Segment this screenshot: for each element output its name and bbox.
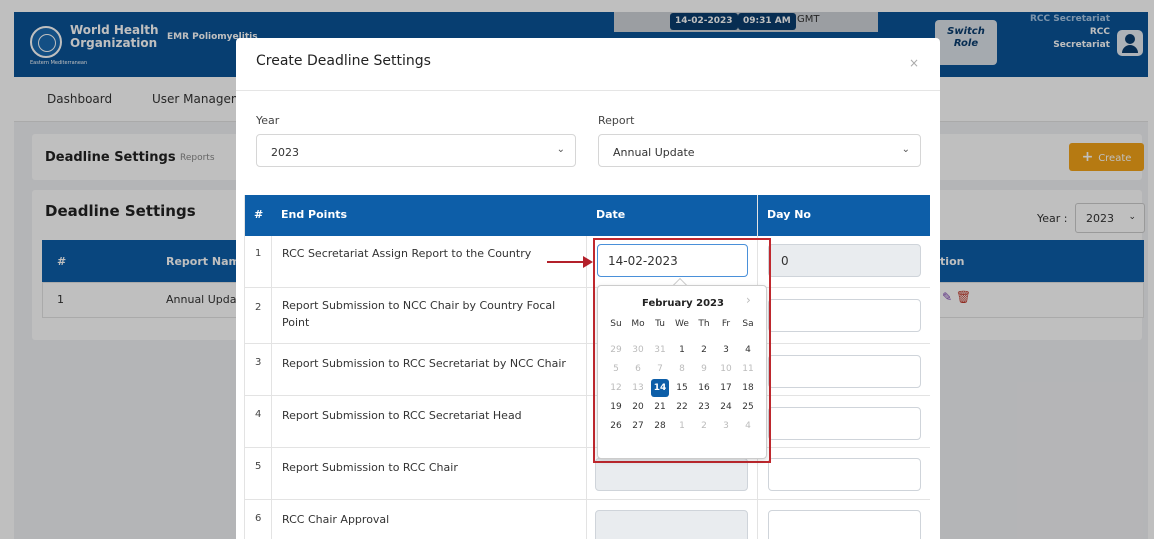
report-select[interactable]: Annual Update ⌄ (598, 134, 921, 167)
calendar-day[interactable]: 3 (715, 341, 737, 359)
calendar-day: 6 (635, 364, 641, 374)
calendar-day[interactable]: 2 (693, 341, 715, 359)
table-row: 3 Report Submission to RCC Secretariat b… (244, 344, 930, 396)
calendar-day: 30 (632, 345, 644, 355)
calendar-day[interactable]: 4 (737, 341, 759, 359)
calendar-day: 31 (654, 345, 666, 355)
modal-divider (236, 90, 940, 91)
create-deadline-modal: Create Deadline Settings × Year 2023 ⌄ Re… (236, 38, 940, 539)
chevron-down-icon: ⌄ (556, 144, 565, 155)
calendar-day[interactable]: 27 (627, 417, 649, 435)
row-endpoint: RCC Secretariat Assign Report to the Cou… (282, 247, 532, 260)
next-month-icon[interactable]: › (746, 293, 751, 307)
row-endpoint: Report Submission to RCC Secretariat by … (282, 357, 566, 370)
weekday-label: Th (698, 319, 710, 329)
date-input-active[interactable]: 14-02-2023 (597, 244, 748, 277)
calendar-day[interactable]: 26 (605, 417, 627, 435)
weekday-label: We (675, 319, 689, 329)
day-no-input[interactable] (768, 510, 921, 539)
calendar-day: 5 (613, 364, 619, 374)
report-label: Report (598, 114, 635, 127)
calendar-day: 10 (720, 364, 732, 374)
row-endpoint: Report Submission to NCC Chair by Countr… (282, 299, 556, 329)
table-row: 4 Report Submission to RCC Secretariat H… (244, 396, 930, 448)
row-num: 1 (255, 248, 262, 259)
row-num: 3 (255, 357, 262, 368)
calendar-day[interactable]: 25 (737, 398, 759, 416)
table-header: # End Points Date Day No (244, 195, 930, 236)
day-no-input[interactable]: 0 (768, 244, 921, 277)
close-icon[interactable]: × (909, 56, 919, 70)
calendar-day: 2 (701, 421, 707, 431)
calendar-day: 11 (742, 364, 754, 374)
calendar-day[interactable]: 24 (715, 398, 737, 416)
weekday-label: Mo (631, 319, 645, 329)
calendar-day: 13 (632, 383, 644, 393)
calendar-day: 4 (745, 421, 751, 431)
year-label: Year (256, 114, 280, 127)
day-no-value: 0 (781, 254, 789, 268)
arrow-head-icon (583, 256, 593, 268)
day-no-input[interactable] (768, 355, 921, 388)
col-end-points: End Points (281, 208, 348, 221)
calendar-day: 9 (701, 364, 707, 374)
day-no-input[interactable] (768, 299, 921, 332)
row-num: 5 (255, 461, 262, 472)
table-row: 5 Report Submission to RCC Chair (244, 448, 930, 500)
row-endpoint: RCC Chair Approval (282, 513, 390, 526)
weekday-label: Sa (742, 319, 754, 329)
modal-title: Create Deadline Settings (256, 53, 431, 69)
weekday-label: Tu (655, 319, 665, 329)
calendar-day[interactable]: 28 (649, 417, 671, 435)
calendar-day[interactable]: 1 (671, 341, 693, 359)
calendar-day: 8 (679, 364, 685, 374)
calendar-day[interactable]: 20 (627, 398, 649, 416)
year-value: 2023 (271, 146, 299, 159)
calendar-day[interactable]: 16 (693, 379, 715, 397)
annotation-arrow (547, 261, 587, 263)
calendar-day: 12 (610, 383, 622, 393)
calendar-day: 7 (657, 364, 663, 374)
day-no-input[interactable] (768, 407, 921, 440)
weekday-label: Fr (721, 319, 731, 329)
table-row: 6 RCC Chair Approval (244, 500, 930, 539)
calendar-day[interactable]: 23 (693, 398, 715, 416)
chevron-down-icon: ⌄ (901, 144, 910, 155)
table-row: 2 Report Submission to NCC Chair by Coun… (244, 288, 930, 344)
datepicker-calendar: February 2023 › Su Mo Tu We Th Fr Sa 29 3… (597, 285, 767, 459)
row-endpoint: Report Submission to RCC Chair (282, 461, 458, 474)
calendar-day[interactable]: 17 (715, 379, 737, 397)
date-input[interactable] (595, 510, 748, 539)
col-date: Date (596, 208, 626, 221)
calendar-day[interactable]: 14 (651, 379, 669, 397)
calendar-day: 1 (679, 421, 685, 431)
calendar-day[interactable]: 19 (605, 398, 627, 416)
calendar-day[interactable]: 22 (671, 398, 693, 416)
col-day-no: Day No (767, 208, 811, 221)
endpoints-table: # End Points Date Day No 1 RCC Secretari… (244, 195, 930, 539)
calendar-day[interactable]: 15 (671, 379, 693, 397)
col-num: # (254, 208, 264, 221)
row-endpoint: Report Submission to RCC Secretariat Hea… (282, 409, 522, 422)
weekday-label: Su (610, 319, 622, 329)
year-select[interactable]: 2023 ⌄ (256, 134, 576, 167)
calendar-day[interactable]: 21 (649, 398, 671, 416)
row-num: 4 (255, 409, 262, 420)
row-num: 2 (255, 302, 262, 313)
day-no-input[interactable] (768, 458, 921, 491)
calendar-day: 29 (610, 345, 622, 355)
report-value: Annual Update (613, 146, 695, 159)
calendar-day: 3 (723, 421, 729, 431)
calendar-day[interactable]: 18 (737, 379, 759, 397)
calendar-month[interactable]: February 2023 (598, 298, 768, 309)
row-num: 6 (255, 513, 262, 524)
